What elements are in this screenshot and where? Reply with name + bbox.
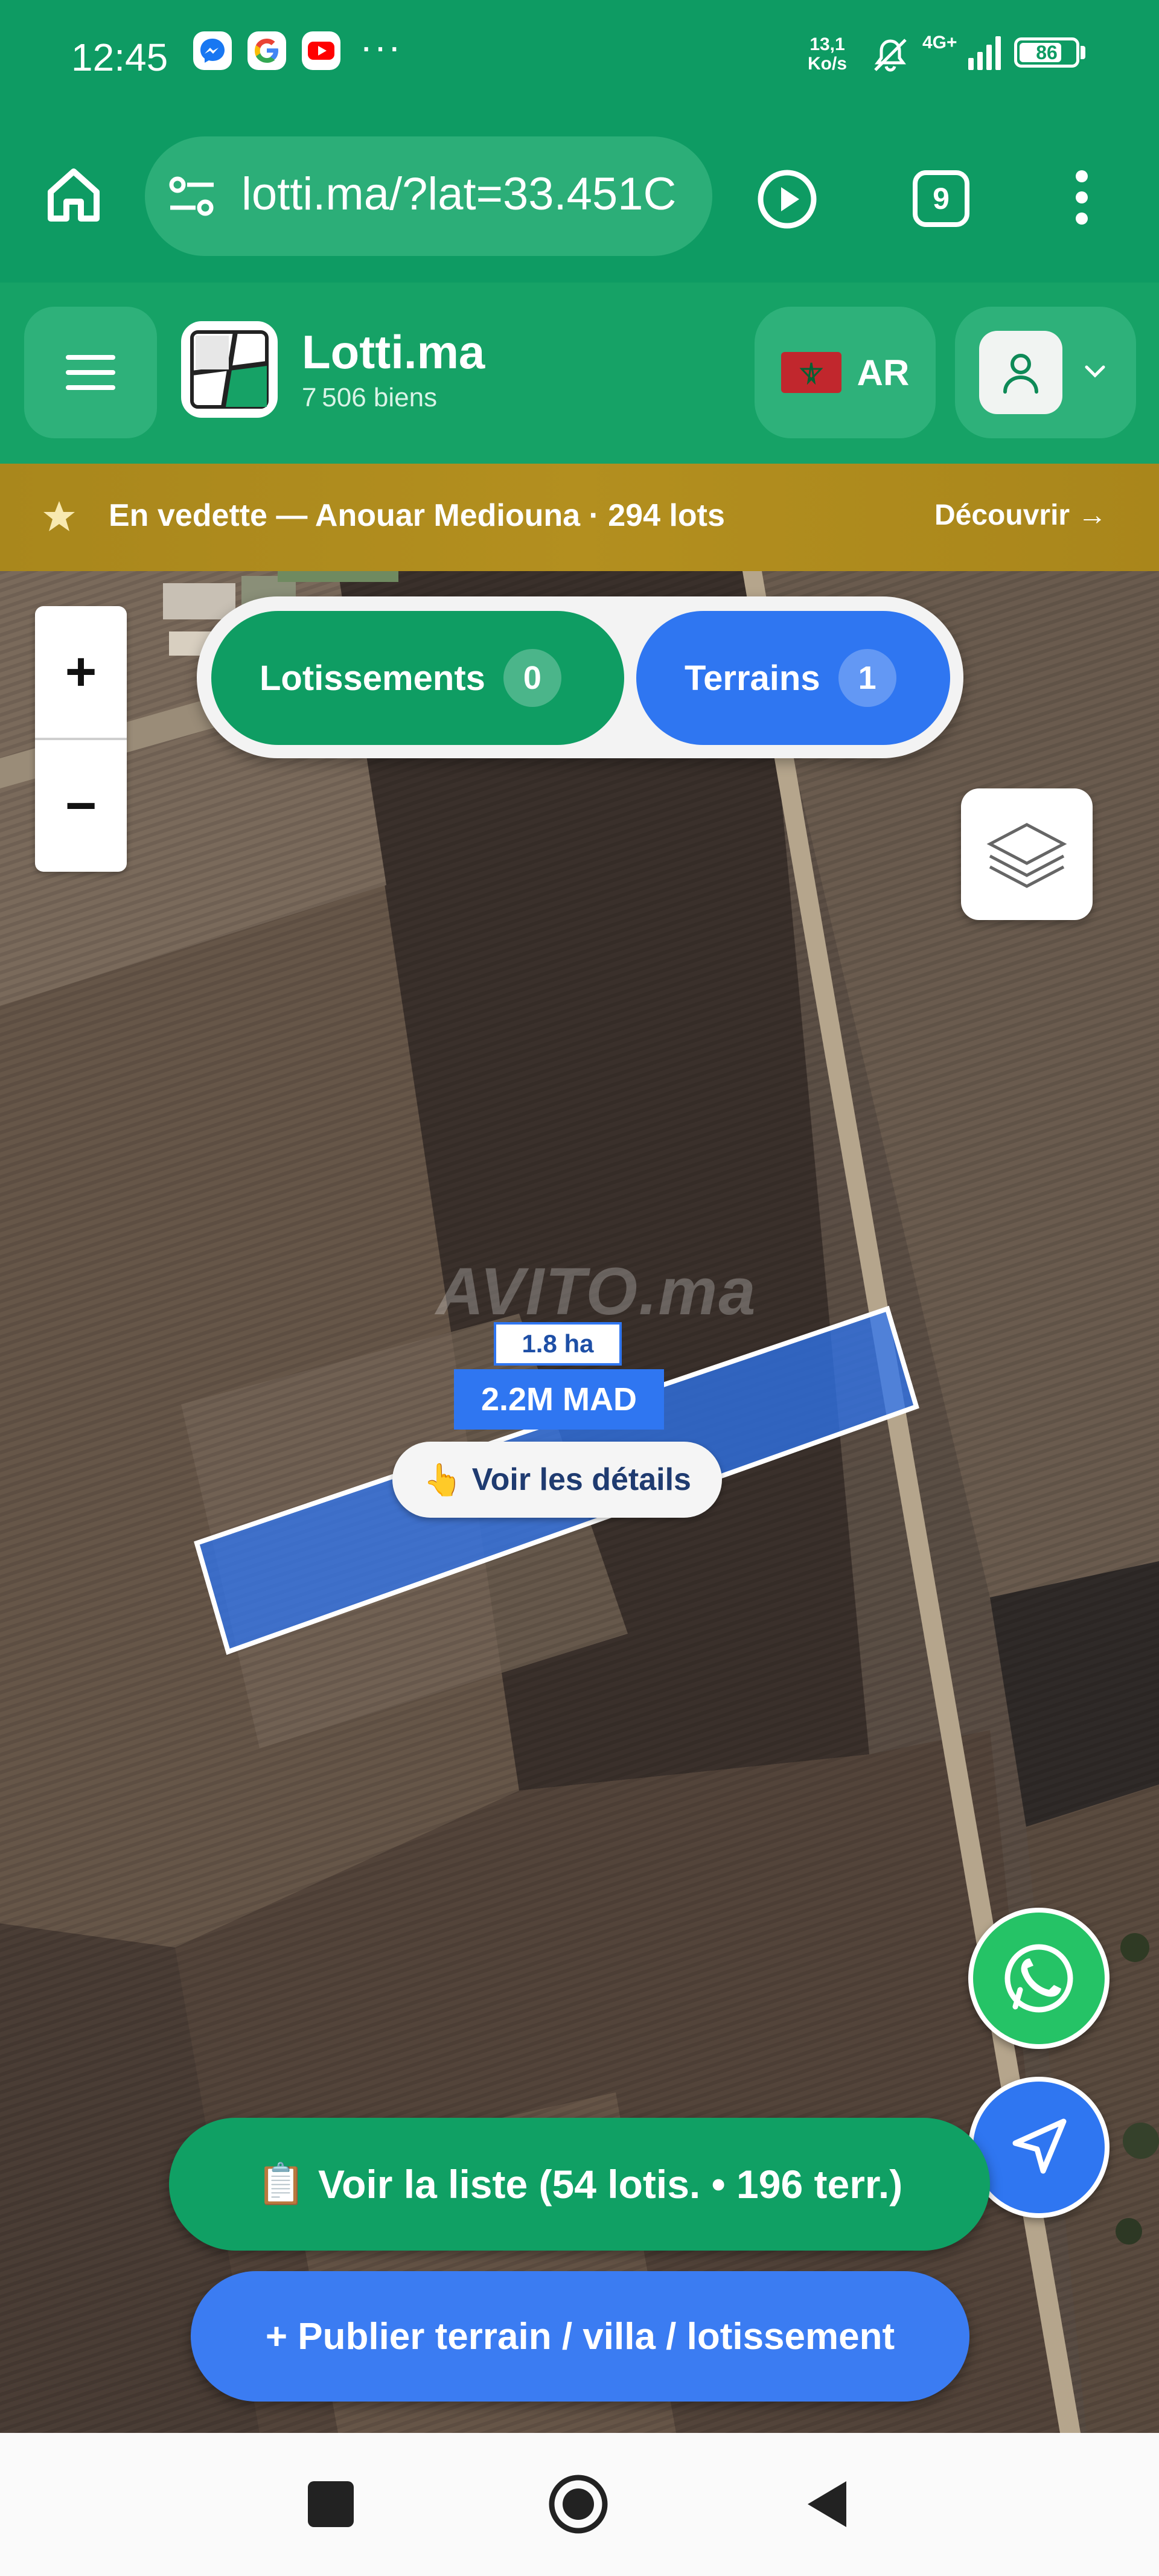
battery-tip [1081,46,1085,59]
tab-terrains-count: 1 [838,649,896,707]
view-details-button[interactable]: 👆 Voir les détails [392,1442,722,1518]
parcel-price-label[interactable]: 2.2M MAD [454,1369,664,1430]
network-speed-unit: Ko/s [808,54,848,74]
locate-me-button[interactable] [968,2077,1110,2218]
zoom-out-button[interactable]: − [35,740,127,872]
language-button[interactable]: AR [755,307,936,438]
back-button[interactable] [803,2478,851,2531]
brand-logo[interactable] [181,321,278,418]
view-details-label: Voir les détails [471,1462,691,1497]
language-label: AR [857,352,910,393]
avito-watermark: AVITO.ma [436,1254,757,1329]
google-icon [247,31,286,70]
home-icon [48,168,100,222]
back-triangle-icon [808,2481,846,2527]
network-speed: 13,1 Ko/s [808,35,847,74]
status-time: 12:45 [71,36,168,79]
user-icon[interactable] [979,331,1062,414]
tab-lotissements[interactable]: Lotissements 0 [211,611,624,745]
home-nav-button[interactable] [547,2473,610,2536]
site-settings-icon[interactable] [167,171,217,222]
layers-button[interactable] [961,788,1093,920]
play-icon [758,170,817,229]
whatsapp-button[interactable] [968,1908,1110,2049]
publish-button[interactable]: + Publier terrain / villa / lotissement [191,2271,969,2402]
battery-level: 86 [1036,42,1058,63]
signal-icon [966,33,1006,72]
kebab-menu-icon[interactable] [1064,164,1100,231]
navigation-arrow-icon [1012,2118,1067,2174]
star-icon [41,499,77,535]
youtube-icon [302,31,340,70]
discover-link[interactable]: Découvrir → [934,499,1106,532]
pointing-hand-icon: 👆 [423,1462,462,1498]
tab-lotissements-count: 0 [503,649,561,707]
parcel-area-label: 1.8 ha [494,1322,622,1366]
chevron-down-icon[interactable] [1081,360,1110,384]
tab-lotissements-label: Lotissements [260,658,485,698]
recent-apps-button[interactable] [308,2481,354,2527]
messenger-icon [193,31,232,70]
zoom-in-button[interactable]: + [35,606,127,738]
battery-icon: 86 [1014,37,1079,68]
browser-home-button[interactable] [42,163,105,226]
morocco-flag-icon [781,352,841,393]
url-text[interactable]: lotti.ma/?lat=33.451C [241,168,694,220]
network-type: 4G+ [922,33,957,53]
tab-terrains-label: Terrains [685,658,820,698]
zoom-control: + − [35,606,127,872]
menu-button[interactable] [24,307,157,438]
clipboard-icon: 📋 [256,2161,306,2206]
featured-text: En vedette — Anouar Mediouna · 294 lots [109,498,725,533]
home-circle-icon [549,2475,608,2534]
hamburger-icon [66,355,115,390]
property-count: 7 506 biens [302,383,438,412]
tab-terrains[interactable]: Terrains 1 [636,611,950,745]
view-list-label: Voir la liste (54 lotis. • 196 terr.) [318,2162,903,2207]
brand-title: Lotti.ma [302,325,485,379]
network-speed-value: 13,1 [809,34,845,54]
play-button[interactable] [756,168,819,231]
layers-icon [986,823,1067,888]
status-more-icon: ··· [360,25,402,68]
whatsapp-icon [1004,1944,1073,2013]
tabs-button[interactable]: 9 [913,170,969,227]
view-list-button[interactable]: 📋 Voir la liste (54 lotis. • 196 terr.) [169,2118,990,2251]
mute-icon [869,34,912,76]
